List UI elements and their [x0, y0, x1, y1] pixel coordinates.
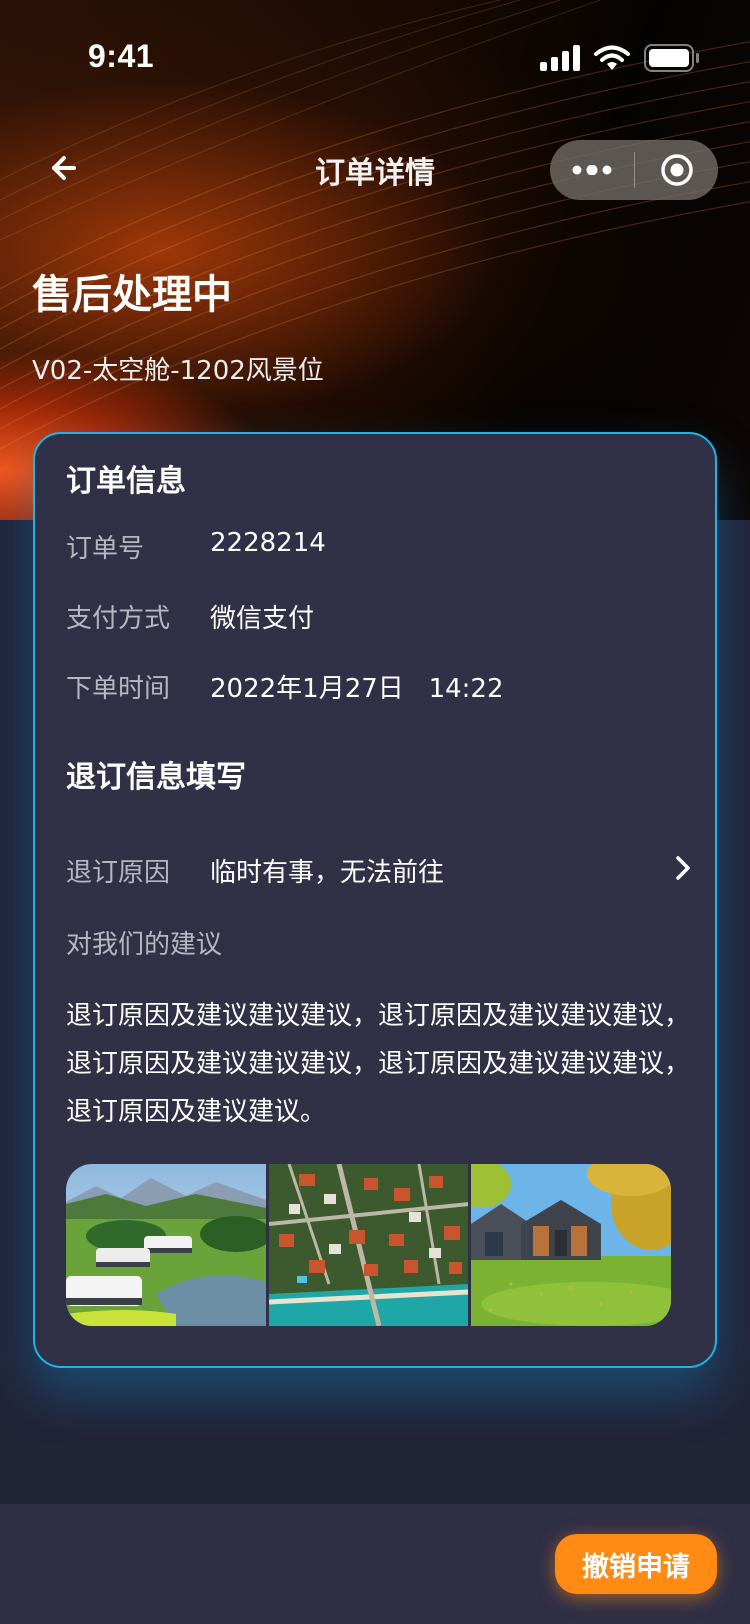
- order-time-label: 下单时间: [66, 674, 171, 704]
- order-item-name: V02-太空舱-1202风景位: [32, 356, 324, 386]
- refund-reason-label: 退订原因: [66, 858, 171, 888]
- order-status-title: 售后处理中: [32, 272, 232, 318]
- advice-label: 对我们的建议: [66, 930, 223, 960]
- refund-reason-value: 临时有事，无法前往: [210, 858, 445, 888]
- payment-method-label: 支付方式: [66, 604, 171, 634]
- signal-icon: [540, 45, 580, 71]
- battery-icon: [644, 44, 699, 72]
- advice-text: 退订原因及建议建议建议，退订原因及建议建议建议，退订原因及建议建议建议，退订原因…: [66, 1001, 691, 1127]
- order-time-value: 2022年1月27日 14:22: [210, 674, 504, 704]
- close-button[interactable]: [635, 140, 718, 200]
- bottom-action-bar: 撤销申请: [0, 1504, 750, 1624]
- order-number-label: 订单号: [66, 534, 145, 564]
- order-info-heading: 订单信息: [66, 464, 186, 499]
- record-target-icon: [660, 154, 693, 186]
- attached-photos: [66, 1164, 671, 1326]
- wifi-icon: [594, 45, 630, 70]
- aerial-town-photo[interactable]: [268, 1164, 469, 1326]
- modern-house-lawn-photo[interactable]: [471, 1164, 671, 1326]
- chevron-right-icon[interactable]: [671, 854, 695, 882]
- more-dots-icon: [572, 165, 612, 175]
- order-number-value: 2228214: [210, 528, 326, 558]
- navigation-bar: 订单详情: [0, 132, 750, 208]
- cabins-lake-photo[interactable]: [66, 1164, 266, 1326]
- cancel-request-button[interactable]: 撤销申请: [555, 1534, 717, 1594]
- more-button[interactable]: [550, 140, 634, 200]
- status-bar: 9:41: [0, 0, 750, 100]
- status-icons: [540, 44, 700, 72]
- status-time: 9:41: [88, 38, 155, 74]
- payment-method-value: 微信支付: [210, 604, 315, 634]
- order-detail-card: 订单信息 订单号 2228214 支付方式 微信支付 下单时间 2022年1月2…: [33, 432, 717, 1368]
- mini-program-capsule: [550, 140, 718, 200]
- refund-info-heading: 退订信息填写: [66, 760, 246, 795]
